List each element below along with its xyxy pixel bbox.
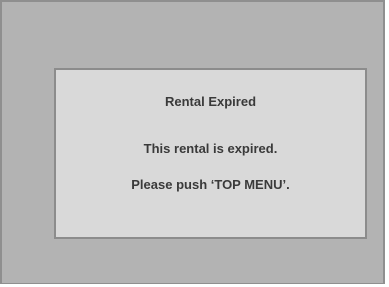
rental-expired-dialog: Rental Expired This rental is expired. P… <box>54 68 367 239</box>
dialog-title: Rental Expired <box>164 94 257 109</box>
dialog-message-line-2: Please push ‘TOP MENU’. <box>131 177 290 192</box>
screen-background: Rental Expired This rental is expired. P… <box>0 0 385 284</box>
dialog-message-line-1: This rental is expired. <box>143 141 278 156</box>
